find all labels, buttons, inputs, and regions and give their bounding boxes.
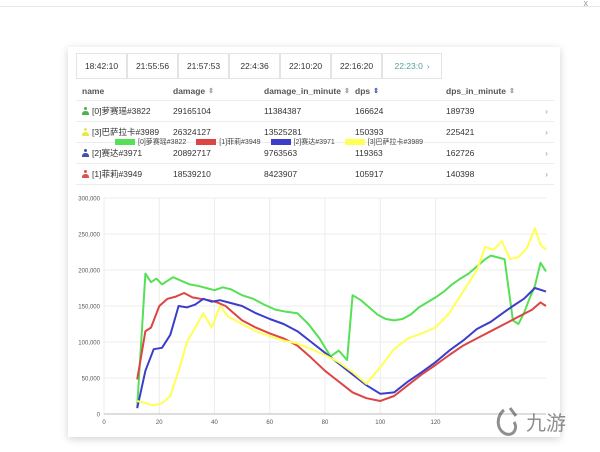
tab-session[interactable]: 22:4:36 <box>229 53 280 79</box>
sort-icon: ⇕ <box>208 88 214 95</box>
header-dps-in-minute[interactable]: dps_in_minute ⇕ <box>446 82 515 100</box>
damage-table: name damage ⇕ damage_in_minute ⇕ dps ⇕ dps_… <box>76 82 554 185</box>
legend-swatch <box>115 139 135 145</box>
series-line <box>136 227 547 407</box>
legend-item[interactable]: [3]巴萨拉卡#3989 <box>344 137 423 147</box>
x-tick-label: 40 <box>211 420 218 426</box>
series-line <box>136 292 547 402</box>
x-tick-label: 120 <box>430 420 441 426</box>
legend-label: [1]菲莉#3949 <box>219 139 261 146</box>
chart-legend: [0]萝赛瑶#3822 [1]菲莉#3949 [2]赛达#3971 [3]巴萨拉卡#3… <box>115 137 433 147</box>
watermark-logo: 九游 <box>496 407 566 436</box>
legend-label: [2]赛达#3971 <box>293 139 335 146</box>
y-tick-label: 100,000 <box>78 341 100 347</box>
y-tick-label: 0 <box>97 413 101 419</box>
user-icon <box>82 128 89 136</box>
cell-dps: 166624 <box>355 106 384 116</box>
legend-item[interactable]: [2]赛达#3971 <box>270 137 335 147</box>
user-icon <box>82 149 89 157</box>
header-damage-in-minute[interactable]: damage_in_minute ⇕ <box>264 82 350 100</box>
table-row[interactable]: [1]菲莉#3949 18539210 8423907 105917 140398 › <box>76 164 554 185</box>
tab-session[interactable]: 21:55:56 <box>127 53 178 79</box>
user-icon <box>82 170 89 178</box>
y-tick-label: 300,000 <box>78 197 100 203</box>
chevron-right-icon: › <box>426 61 430 71</box>
session-tabs: 18:42:10 21:55:56 21:57:53 22:4:36 22:10:20 2… <box>76 53 442 79</box>
cell-damage-in-minute: 11384387 <box>264 106 302 116</box>
window-top-bar: x <box>0 0 600 8</box>
user-icon <box>82 107 89 115</box>
legend-label: [3]巴萨拉卡#3989 <box>367 139 423 146</box>
x-tick-label: 0 <box>102 420 106 426</box>
cell-dps-in-minute: 225421 <box>446 127 475 137</box>
cell-name: [1]菲莉#3949 <box>82 164 142 184</box>
table-row[interactable]: [0]萝赛瑶#3822 29165104 11384387 166624 189739 › <box>76 101 554 122</box>
cell-damage-in-minute: 8423907 <box>264 169 298 179</box>
x-tick-label: 80 <box>322 420 329 426</box>
legend-item[interactable]: [0]萝赛瑶#3822 <box>115 137 186 147</box>
cell-dps-in-minute: 140398 <box>446 169 475 179</box>
expand-row-icon[interactable]: › <box>545 164 548 184</box>
cell-name: [0]萝赛瑶#3822 <box>82 101 151 121</box>
legend-label: [0]萝赛瑶#3822 <box>138 139 187 146</box>
tab-session[interactable]: 18:42:10 <box>76 53 127 79</box>
y-tick-label: 150,000 <box>78 305 100 311</box>
tab-session[interactable]: 22:16:20 <box>331 53 382 79</box>
legend-item[interactable]: [1]菲莉#3949 <box>196 137 261 147</box>
cell-damage: 18539210 <box>173 169 211 179</box>
header-dps[interactable]: dps ⇕ <box>355 82 379 100</box>
expand-row-icon[interactable]: › <box>545 122 548 142</box>
x-tick-label: 60 <box>266 420 273 426</box>
x-tick-label: 20 <box>156 420 163 426</box>
y-tick-label: 200,000 <box>78 269 100 275</box>
legend-swatch <box>196 139 217 145</box>
tab-session[interactable]: 22:10:20 <box>280 53 331 79</box>
x-tick-label: 100 <box>375 420 386 426</box>
sort-icon: ⇕ <box>373 88 379 95</box>
sort-icon: ⇕ <box>508 88 515 95</box>
expand-row-icon[interactable]: › <box>545 143 548 163</box>
header-name[interactable]: name <box>82 82 104 100</box>
cell-dps-in-minute: 162726 <box>446 148 475 158</box>
legend-swatch <box>270 139 291 145</box>
tab-session[interactable]: 21:57:53 <box>178 53 229 79</box>
dps-line-chart: 0 50,000 100,000 150,000 200,000 250,000 300,0… <box>78 197 547 426</box>
y-tick-label: 50,000 <box>82 377 101 383</box>
close-icon[interactable]: x <box>584 0 589 8</box>
header-damage[interactable]: damage ⇕ <box>173 82 214 100</box>
y-tick-label: 250,000 <box>78 233 100 239</box>
cell-dps-in-minute: 189739 <box>446 106 475 116</box>
cell-dps: 105917 <box>355 169 384 179</box>
legend-swatch <box>344 139 365 145</box>
svg-text:九游: 九游 <box>526 411 566 435</box>
tab-session[interactable]: 22:23:0 › <box>382 53 442 79</box>
table-header-row: name damage ⇕ damage_in_minute ⇕ dps ⇕ dps_… <box>76 82 554 101</box>
sort-icon: ⇕ <box>344 88 350 95</box>
expand-row-icon[interactable]: › <box>545 101 548 121</box>
cell-damage: 29165104 <box>173 106 211 116</box>
